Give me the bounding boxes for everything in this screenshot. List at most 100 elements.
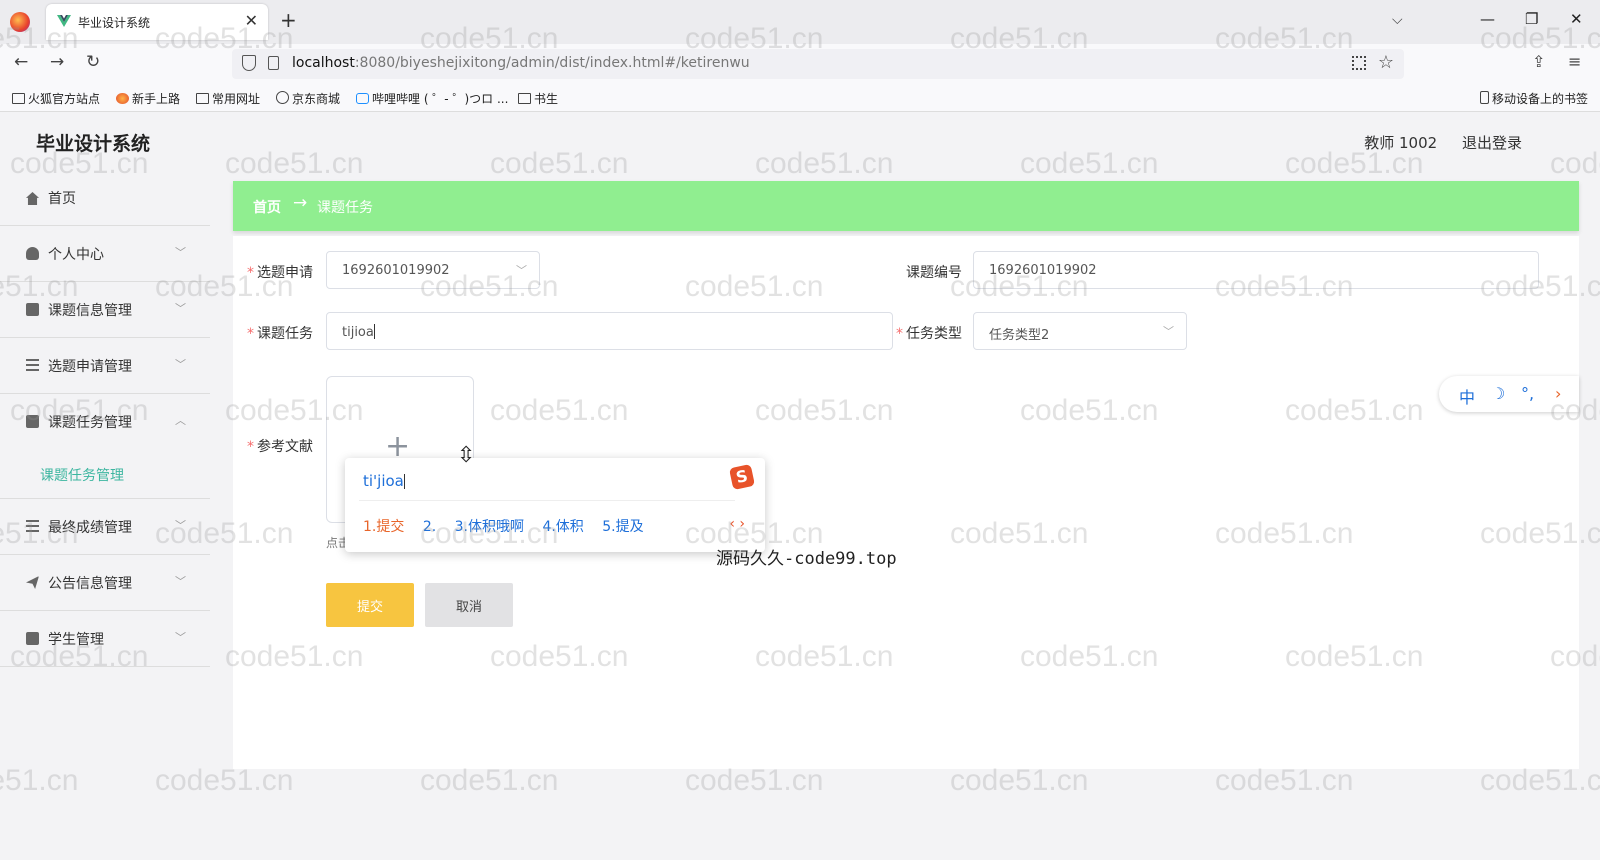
leixing-select[interactable]: 任务类型2 ﹀ xyxy=(973,312,1187,350)
bianhao-input[interactable]: 1692601019902 xyxy=(973,251,1539,289)
sidebar-item-home[interactable]: 首页 xyxy=(0,170,210,226)
sidebar-item-students[interactable]: 学生管理 ﹀ xyxy=(0,611,210,667)
ime-candidate[interactable]: 2. xyxy=(423,519,436,535)
sidebar-item-topic-info[interactable]: 课题信息管理 ﹀ xyxy=(0,282,210,338)
select-value: 任务类型2 xyxy=(989,328,1050,343)
logout-link[interactable]: 退出登录 xyxy=(1462,134,1522,152)
breadcrumb: 首页 → 课题任务 xyxy=(233,181,1579,231)
label-text: 参考文献 xyxy=(257,439,313,455)
bianhao-label: 课题编号 xyxy=(906,265,962,281)
firefox-menu-icon[interactable] xyxy=(10,12,30,32)
text-caret xyxy=(373,324,375,339)
ime-candidate[interactable]: 3.体积哦啊 xyxy=(455,519,524,535)
ime-mode-icon[interactable]: 中 xyxy=(1459,384,1475,408)
address-bar[interactable]: localhost:8080/biyeshejixitong/admin/dis… xyxy=(232,49,1404,79)
sidebar-item-topic-apply[interactable]: 选题申请管理 ﹀ xyxy=(0,338,210,394)
briefcase-icon xyxy=(26,303,39,316)
text-cursor-icon: ⇳ xyxy=(457,443,476,468)
cancel-button[interactable]: 取消 xyxy=(425,583,513,627)
page-info-icon[interactable] xyxy=(268,56,279,70)
bookmark-label: 新手上路 xyxy=(132,92,181,106)
ime-candidate[interactable]: 4.体积 xyxy=(542,519,583,535)
sidebar-item-final-score[interactable]: 最终成绩管理 ﹀ xyxy=(0,499,210,555)
ime-candidates: 1.提交 2. 3.体积哦啊 4.体积 5.提及 xyxy=(363,516,658,536)
ime-pager-icon[interactable]: ‹ › xyxy=(729,516,745,532)
bookmark-item[interactable]: 京东商城 xyxy=(276,90,340,107)
bookmark-item[interactable]: 火狐官方站点 xyxy=(12,90,100,107)
submit-button[interactable]: 提交 xyxy=(326,583,414,627)
bookmark-label: 书生 xyxy=(534,92,559,106)
chevron-down-icon: ﹀ xyxy=(175,302,186,315)
extensions-icon[interactable]: ⇪ xyxy=(1532,52,1545,71)
folder-icon xyxy=(196,93,209,104)
sidebar-item-label: 最终成绩管理 xyxy=(48,520,132,536)
required-mark: * xyxy=(247,326,254,342)
bookmark-label: 移动设备上的书签 xyxy=(1492,92,1589,106)
label-text: 任务类型 xyxy=(906,326,962,342)
input-text: tijioa xyxy=(342,325,374,340)
moon-icon[interactable]: ☽ xyxy=(1491,384,1505,403)
overlay-banner: 源码久久-code99.top xyxy=(716,549,897,569)
forward-arrow-icon[interactable]: → xyxy=(50,52,64,72)
restore-icon[interactable]: ❐ xyxy=(1525,10,1538,28)
leixing-label: * 任务类型 xyxy=(896,323,962,343)
sidebar-item-label: 课题任务管理 xyxy=(48,415,132,431)
sidebar-item-notice[interactable]: 公告信息管理 ﹀ xyxy=(0,555,210,611)
chevron-down-icon: ﹀ xyxy=(175,631,186,644)
ime-pinyin: ti'jioa xyxy=(363,472,405,490)
sidebar-item-personal[interactable]: 个人中心 ﹀ xyxy=(0,226,210,282)
home-icon xyxy=(26,192,39,205)
bookmark-star-icon[interactable]: ☆ xyxy=(1378,52,1394,73)
url-text[interactable]: localhost:8080/biyeshejixitong/admin/dis… xyxy=(292,55,750,71)
ime-candidate[interactable]: 5.提及 xyxy=(602,519,643,535)
bookmark-label: 哔哩哔哩 ( ゜- ゜)つロ ... xyxy=(372,92,509,106)
ime-toolbar[interactable]: 中 ☽ °, › xyxy=(1439,376,1579,412)
punctuation-icon[interactable]: °, xyxy=(1521,384,1534,403)
required-mark: * xyxy=(247,439,254,455)
bookmark-item[interactable]: 常用网址 xyxy=(196,90,260,107)
chevron-up-icon: ︿ xyxy=(175,414,186,427)
chevron-right-icon[interactable]: › xyxy=(1555,384,1561,403)
list-tabs-chevron-icon[interactable]: ⌵ xyxy=(1392,12,1403,28)
bookmark-item[interactable]: 书生 xyxy=(518,90,558,107)
renwu-input[interactable]: tijioa xyxy=(326,312,893,350)
minimize-icon[interactable]: — xyxy=(1480,10,1495,28)
breadcrumb-home[interactable]: 首页 xyxy=(253,197,281,217)
mobile-bookmarks[interactable]: 移动设备上的书签 xyxy=(1480,90,1588,107)
label-text: 课题任务 xyxy=(257,326,313,342)
input-value: 1692601019902 xyxy=(989,263,1097,278)
new-tab-button[interactable]: + xyxy=(280,10,297,30)
sidebar: 首页 个人中心 ﹀ 课题信息管理 ﹀ 选题申请管理 ﹀ 课题任务管理 ︿ 课题任… xyxy=(0,170,210,667)
monitor-icon xyxy=(26,632,39,645)
xuanti-label: * 选题申请 xyxy=(247,262,313,282)
user-name: 教师 1002 xyxy=(1364,134,1438,152)
shield-icon[interactable] xyxy=(242,55,256,71)
chevron-down-icon: ﹀ xyxy=(175,575,186,588)
close-tab-icon[interactable]: ✕ xyxy=(245,11,258,30)
sidebar-subitem-topic-task[interactable]: 课题任务管理 xyxy=(0,450,210,499)
text-caret xyxy=(403,474,405,489)
sidebar-item-topic-task[interactable]: 课题任务管理 ︿ xyxy=(0,394,210,450)
required-mark: * xyxy=(247,265,254,281)
required-mark: * xyxy=(896,326,903,342)
xuanti-select[interactable]: 1692601019902 ﹀ xyxy=(326,251,540,289)
tab-title: 毕业设计系统 xyxy=(78,16,151,30)
select-value: 1692601019902 xyxy=(342,263,450,278)
browser-tab[interactable]: 毕业设计系统 ✕ xyxy=(46,4,268,40)
firefox-icon xyxy=(116,93,129,104)
breadcrumb-arrow-icon: → xyxy=(293,193,308,213)
url-host: localhost xyxy=(292,55,355,71)
bookmark-item[interactable]: 哔哩哔哩 ( ゜- ゜)つロ ... xyxy=(356,90,508,107)
close-window-icon[interactable]: ✕ xyxy=(1570,10,1583,28)
renwu-label: * 课题任务 xyxy=(247,323,313,343)
folder-icon xyxy=(518,93,531,104)
bookmark-item[interactable]: 新手上路 xyxy=(116,90,180,107)
qr-code-icon[interactable] xyxy=(1352,56,1366,70)
bookmark-label: 常用网址 xyxy=(212,92,261,106)
list-icon xyxy=(26,520,39,533)
app-page: 毕业设计系统 教师 1002 退出登录 首页 个人中心 ﹀ 课题信息管理 ﹀ 选… xyxy=(0,113,1600,860)
app-menu-icon[interactable]: ≡ xyxy=(1568,52,1581,71)
ime-candidate[interactable]: 1.提交 xyxy=(363,519,404,535)
back-arrow-icon[interactable]: ← xyxy=(14,52,28,72)
reload-icon[interactable]: ↻ xyxy=(86,52,100,72)
